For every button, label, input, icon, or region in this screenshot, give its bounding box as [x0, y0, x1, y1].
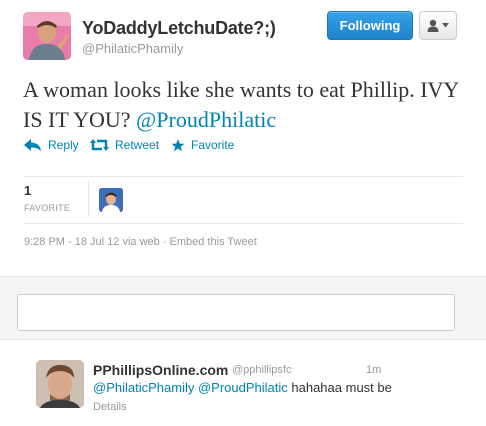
- retweet-icon: [90, 139, 109, 151]
- stats-divider: [88, 180, 89, 216]
- favorites-label[interactable]: FAVORITE: [24, 203, 70, 213]
- embed-tweet-link[interactable]: Embed this Tweet: [170, 236, 257, 248]
- caret-down-icon: [442, 23, 449, 28]
- favorite-action[interactable]: Favorite: [171, 138, 234, 152]
- reply-input[interactable]: [17, 294, 455, 331]
- tweet-permalink: YoDaddyLetchuDate?;) @PhilaticPhamily Fo…: [0, 0, 486, 276]
- tweet-timestamp[interactable]: 9:28 PM - 18 Jul 12: [24, 236, 119, 248]
- meta-separator: ·: [162, 236, 167, 248]
- reply-action[interactable]: Reply: [24, 138, 79, 152]
- retweet-label: Retweet: [115, 138, 160, 152]
- reply-author-avatar[interactable]: [36, 360, 84, 408]
- author-name[interactable]: YoDaddyLetchuDate?;): [82, 18, 276, 39]
- tweet-meta: 9:28 PM - 18 Jul 12 via web · Embed this…: [24, 236, 257, 248]
- reply-text-body: hahahaa must be: [291, 380, 392, 395]
- star-icon: [171, 138, 185, 151]
- reply-author-handle[interactable]: @pphillipsfc: [232, 364, 291, 376]
- reply-mention-1[interactable]: @PhilaticPhamily: [93, 380, 194, 395]
- tweet-text: A woman looks like she wants to eat Phil…: [23, 75, 473, 135]
- user-icon: [427, 19, 439, 32]
- reply-tweet: PPhillipsOnline.com @pphillipsfc 1m @Phi…: [0, 340, 486, 426]
- favorites-count[interactable]: 1: [24, 183, 31, 198]
- reply-author-name[interactable]: PPhillipsOnline.com: [93, 362, 228, 378]
- author-avatar[interactable]: [23, 12, 71, 60]
- reply-icon: [24, 139, 41, 151]
- reply-mention-2[interactable]: @ProudPhilatic: [198, 380, 288, 395]
- author-handle[interactable]: @PhilaticPhamily: [82, 41, 183, 56]
- reply-timestamp[interactable]: 1m: [366, 364, 381, 376]
- divider: [23, 223, 463, 224]
- following-button[interactable]: Following: [327, 11, 413, 40]
- favoriter-avatar[interactable]: [99, 188, 123, 212]
- reply-text: @PhilaticPhamily @ProudPhilatic hahahaa …: [93, 380, 392, 395]
- reply-details-link[interactable]: Details: [93, 401, 127, 413]
- user-actions-dropdown[interactable]: [419, 11, 457, 40]
- tweet-source: via web: [122, 236, 160, 248]
- reply-box-area: [0, 276, 486, 340]
- divider: [23, 176, 463, 177]
- reply-label: Reply: [48, 138, 79, 152]
- favorite-label: Favorite: [191, 138, 235, 152]
- tweet-mention-link[interactable]: @ProudPhilatic: [136, 107, 276, 132]
- retweet-action[interactable]: Retweet: [90, 138, 159, 152]
